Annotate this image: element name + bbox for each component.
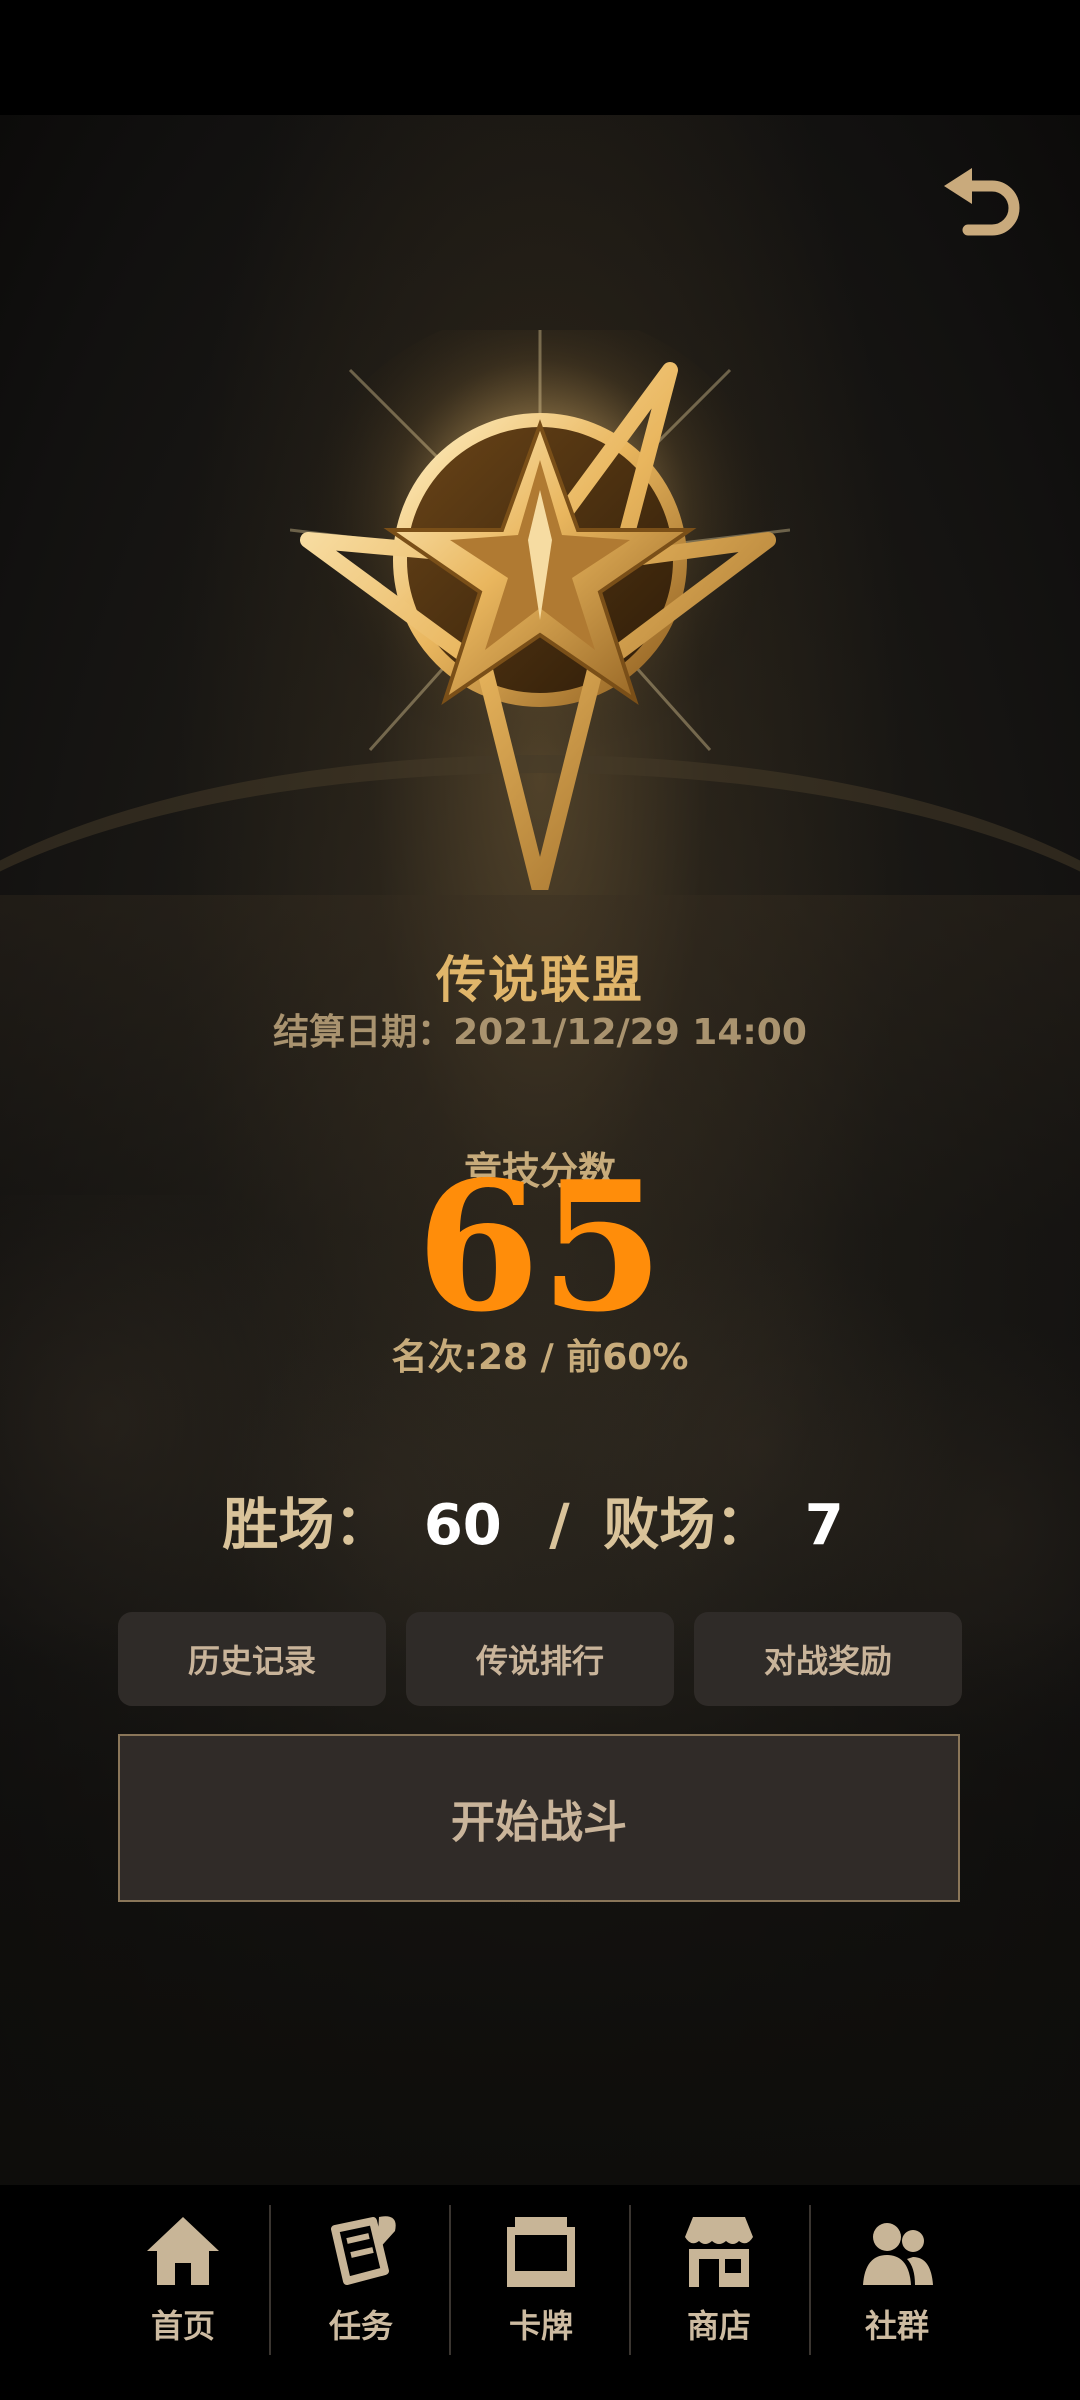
tab-community[interactable]: 社群: [808, 2205, 986, 2365]
card-stack-icon: [507, 2217, 575, 2287]
tab-quests[interactable]: 任务: [272, 2205, 450, 2365]
back-button[interactable]: [940, 168, 1030, 248]
quest-scroll-icon: [331, 2216, 396, 2285]
home-icon: [147, 2217, 219, 2285]
ranking-button[interactable]: 传说排行: [406, 1612, 674, 1706]
tab-store[interactable]: 商店: [630, 2205, 808, 2365]
record-separator: /: [549, 1493, 570, 1558]
tab-cards[interactable]: 卡牌: [452, 2205, 630, 2365]
score-value: 65: [416, 1142, 664, 1351]
tab-label: 社群: [864, 2307, 929, 2345]
rank-emblem-icon: [290, 330, 790, 890]
losses-value: 7: [804, 1493, 844, 1558]
action-buttons: 历史记录 传说排行 对战奖励: [118, 1612, 962, 1706]
rewards-button[interactable]: 对战奖励: [694, 1612, 962, 1706]
settlement-date: 结算日期：2021/12/29 14:00: [273, 1012, 807, 1053]
win-loss-record: 胜场： 60 / 败场： 7: [0, 1480, 1080, 1561]
rank-position: 名次:28 / 前60%: [391, 1337, 689, 1378]
tab-label: 任务: [328, 2307, 393, 2345]
back-arrow-icon: [944, 168, 1020, 236]
tab-label: 商店: [686, 2307, 751, 2345]
tab-home[interactable]: 首页: [94, 2205, 272, 2365]
status-bar: [0, 0, 1080, 115]
tab-label: 首页: [150, 2307, 215, 2345]
losses-label: 败场：: [603, 1493, 772, 1558]
tab-label: 卡牌: [508, 2307, 573, 2345]
start-battle-button[interactable]: 开始战斗: [118, 1734, 960, 1902]
community-icon: [863, 2223, 933, 2285]
rank-title: 传说联盟: [436, 951, 644, 1009]
store-icon: [685, 2217, 753, 2287]
wins-value: 60: [423, 1493, 502, 1558]
history-button[interactable]: 历史记录: [118, 1612, 386, 1706]
wins-label: 胜场：: [222, 1493, 391, 1558]
